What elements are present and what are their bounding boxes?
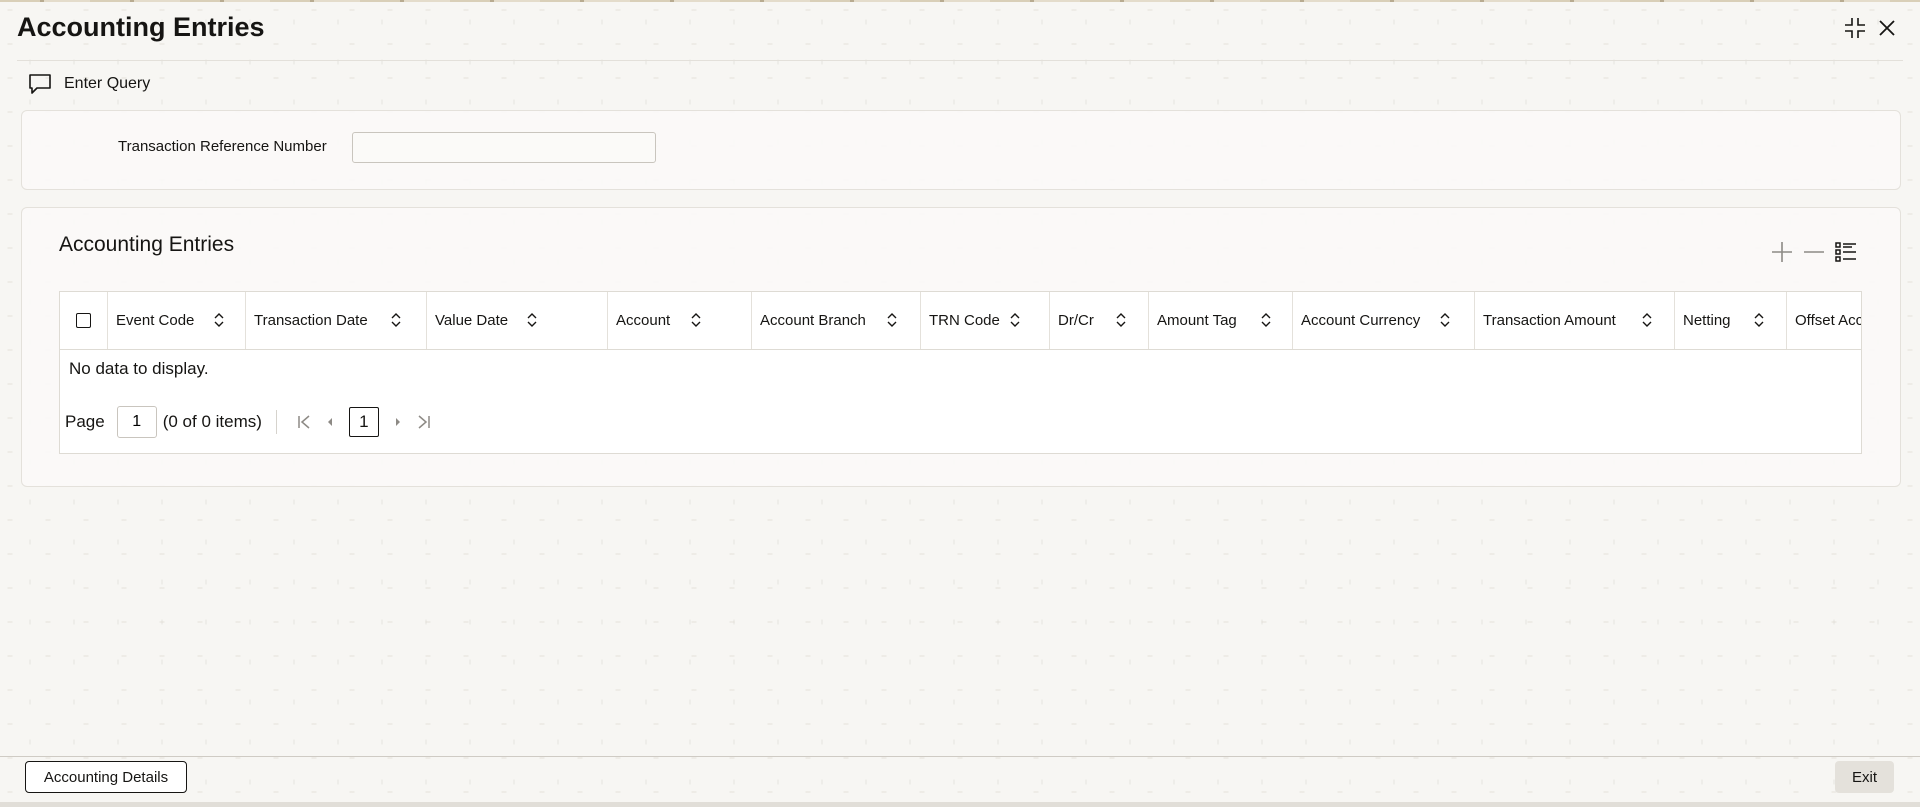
column-label: Value Date <box>435 312 509 329</box>
exit-button[interactable]: Exit <box>1835 761 1894 793</box>
sort-updown-icon <box>1116 313 1126 327</box>
column-label: Transaction Amount <box>1483 312 1616 329</box>
column-header-transaction-amount[interactable]: Transaction Amount <box>1475 292 1675 349</box>
top-accent-strip <box>0 0 1920 2</box>
column-header-transaction-date[interactable]: Transaction Date <box>246 292 427 349</box>
collapse-corners-icon <box>1845 18 1865 38</box>
transaction-reference-input[interactable] <box>352 132 656 163</box>
column-label: Dr/Cr <box>1058 312 1094 329</box>
column-header-dr-cr[interactable]: Dr/Cr <box>1050 292 1149 349</box>
column-label: Offset Account <box>1795 312 1862 329</box>
transaction-reference-label: Transaction Reference Number <box>118 138 327 155</box>
select-all-cell <box>60 292 108 349</box>
pager-divider <box>275 410 277 434</box>
accounting-details-button[interactable]: Accounting Details <box>25 761 187 793</box>
column-header-event-code[interactable]: Event Code <box>108 292 246 349</box>
list-view-icon <box>1835 242 1856 262</box>
next-page-icon <box>395 418 400 426</box>
page-label: Page <box>65 412 105 431</box>
footer-bottom-strip <box>0 802 1920 807</box>
column-header-trn-code[interactable]: TRN Code <box>921 292 1050 349</box>
pagination: Page (0 of 0 items) 1 <box>65 405 437 439</box>
close-button[interactable] <box>1873 14 1901 42</box>
column-label: Netting <box>1683 312 1731 329</box>
column-header-value-date[interactable]: Value Date <box>427 292 608 349</box>
accounting-entries-grid: Event Code Transaction Date Value Date A… <box>59 291 1862 454</box>
column-label: Amount Tag <box>1157 312 1237 329</box>
current-page-button[interactable]: 1 <box>348 407 379 437</box>
single-record-view-button[interactable] <box>1832 238 1860 266</box>
last-page-button[interactable] <box>411 407 437 437</box>
page-title: Accounting Entries <box>17 12 265 42</box>
maximize-button[interactable] <box>1841 14 1869 42</box>
column-header-netting[interactable]: Netting <box>1675 292 1787 349</box>
column-label: Account Branch <box>760 312 866 329</box>
query-panel: Transaction Reference Number <box>21 110 1901 190</box>
footer-divider <box>0 756 1920 757</box>
sort-updown-icon <box>1010 313 1020 327</box>
column-label: Account <box>616 312 671 329</box>
last-page-icon <box>418 415 430 429</box>
column-label: TRN Code <box>929 312 1000 329</box>
select-all-checkbox[interactable] <box>76 313 91 328</box>
accounting-entries-panel: Accounting Entries Event Code Transactio… <box>21 207 1901 487</box>
section-title: Accounting Entries <box>59 233 235 256</box>
empty-message: No data to display. <box>69 359 209 378</box>
prev-page-icon <box>327 418 332 426</box>
column-header-amount-tag[interactable]: Amount Tag <box>1149 292 1293 349</box>
first-page-icon <box>298 415 310 429</box>
column-header-account-branch[interactable]: Account Branch <box>752 292 921 349</box>
item-count: (0 of 0 items) <box>162 412 262 431</box>
sort-updown-icon <box>1642 313 1652 327</box>
sort-updown-icon <box>1261 313 1271 327</box>
column-label: Transaction Date <box>254 312 368 329</box>
enter-query-button[interactable]: Enter Query <box>28 73 150 95</box>
column-label: Event Code <box>116 312 195 329</box>
column-header-offset-account[interactable]: Offset Account <box>1787 292 1862 349</box>
column-header-account[interactable]: Account <box>608 292 752 349</box>
enter-query-label: Enter Query <box>64 75 151 92</box>
delete-row-button[interactable] <box>1800 238 1828 266</box>
page-number-input[interactable] <box>116 406 157 438</box>
sort-updown-icon <box>214 313 224 327</box>
title-divider <box>17 60 1903 61</box>
close-icon <box>1879 20 1895 36</box>
first-page-button[interactable] <box>291 407 317 437</box>
grid-header: Event Code Transaction Date Value Date A… <box>60 292 1862 350</box>
minus-icon <box>1804 251 1824 253</box>
add-row-button[interactable] <box>1768 238 1796 266</box>
column-header-account-currency[interactable]: Account Currency <box>1293 292 1475 349</box>
chat-bubble-icon <box>29 74 51 94</box>
sort-updown-icon <box>1440 313 1450 327</box>
sort-updown-icon <box>391 313 401 327</box>
sort-updown-icon <box>1754 313 1764 327</box>
sort-updown-icon <box>691 313 701 327</box>
plus-icon <box>1772 242 1792 262</box>
sort-updown-icon <box>527 313 537 327</box>
next-page-button[interactable] <box>385 407 411 437</box>
prev-page-button[interactable] <box>317 407 343 437</box>
sort-updown-icon <box>887 313 897 327</box>
column-label: Account Currency <box>1301 312 1421 329</box>
